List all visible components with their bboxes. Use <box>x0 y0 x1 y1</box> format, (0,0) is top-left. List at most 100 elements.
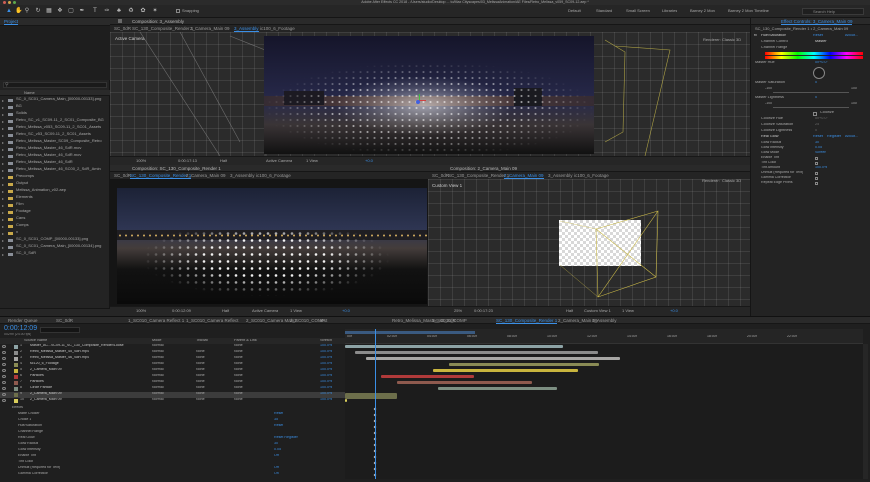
master-saturation-slider[interactable]: -100 100 <box>755 87 865 93</box>
layer-duration-bar[interactable] <box>345 393 397 399</box>
timeline-tab[interactable]: SC_130_Composite_Render 1 <box>496 318 558 324</box>
layer-stretch[interactable]: 100.0% <box>320 392 332 396</box>
timeline-layer-row[interactable]: 10 2_Camera_Main 09 Normal None None 100.0% <box>0 398 345 404</box>
layer-trkmat[interactable]: None <box>196 374 205 378</box>
expand-arrow-icon[interactable]: ▸ <box>2 153 4 160</box>
right-zoom[interactable]: 25% <box>454 309 462 313</box>
glow-property-value[interactable]: 30 <box>815 141 819 145</box>
layer-parent[interactable]: None <box>234 374 243 378</box>
project-item[interactable]: ▸ Retro_SC_v53_SC09-11_2_SC01_Assets <box>0 132 110 139</box>
right-exposure[interactable]: +0.0 <box>670 309 678 313</box>
left-views-select[interactable]: 1 View <box>290 309 302 313</box>
property-value[interactable]: Off <box>274 466 279 470</box>
layer-parent[interactable]: None <box>234 386 243 390</box>
close-window-icon[interactable] <box>3 1 6 4</box>
visibility-eye-icon[interactable] <box>2 357 6 360</box>
layer-mode[interactable]: Normal <box>152 380 164 384</box>
expand-arrow-icon[interactable]: ▸ <box>2 195 4 202</box>
glow-property-value[interactable]: Screen <box>815 151 826 155</box>
layer-parent[interactable]: None <box>234 380 243 384</box>
left-viewer-canvas[interactable] <box>110 179 428 306</box>
expand-arrow-icon[interactable]: ▸ <box>2 146 4 153</box>
layer-duration-bar[interactable] <box>449 363 599 366</box>
right-view-select[interactable]: Custom View 1 <box>584 309 611 313</box>
label-color-swatch[interactable] <box>14 357 18 361</box>
colorize-checkbox[interactable] <box>813 112 817 116</box>
workspace-default[interactable]: Default <box>568 9 581 13</box>
project-column-name[interactable]: Name <box>24 91 35 95</box>
glow-property[interactable]: Repeat Edge Pixels <box>751 181 870 186</box>
layer-duration-bar[interactable] <box>366 357 620 360</box>
layer-parent[interactable]: None <box>234 350 243 354</box>
minimize-window-icon[interactable] <box>8 1 11 4</box>
label-color-swatch[interactable] <box>14 393 18 397</box>
layer-stretch[interactable]: 100.0% <box>320 344 332 348</box>
top-timecode[interactable]: 0:00:17:13 <box>178 159 197 163</box>
layer-duration-bar[interactable] <box>433 369 578 372</box>
column-parent[interactable]: Parent & Link <box>234 339 257 343</box>
puppet-tool-icon[interactable]: ✶ <box>152 8 158 14</box>
type-tool-icon[interactable]: T <box>92 8 98 14</box>
expand-arrow-icon[interactable]: ▸ <box>2 188 4 195</box>
left-resolution[interactable]: Half <box>222 309 229 313</box>
project-item[interactable]: ▸ Solids <box>0 111 110 118</box>
master-hue[interactable]: Master Hue 0x+0.0° <box>751 61 870 67</box>
property-value[interactable]: Reset <box>274 412 283 416</box>
reset-button[interactable]: Reset <box>813 34 823 38</box>
glow-property-checkbox[interactable] <box>815 177 818 180</box>
layer-parent[interactable]: None <box>234 392 243 396</box>
visibility-eye-icon[interactable] <box>2 375 6 378</box>
layer-duration-bar[interactable] <box>397 381 532 384</box>
expand-arrow-icon[interactable]: ▸ <box>2 139 4 146</box>
label-color-swatch[interactable] <box>14 345 18 349</box>
master-lightness-value[interactable]: 0 <box>815 96 817 100</box>
top-zoom[interactable]: 100% <box>136 159 146 163</box>
layer-trkmat[interactable]: None <box>196 380 205 384</box>
label-color-swatch[interactable] <box>14 399 18 403</box>
expand-arrow-icon[interactable]: ▸ <box>2 251 4 258</box>
master-hue-value[interactable]: 0x+0.0° <box>815 61 828 65</box>
expand-arrow-icon[interactable]: ▸ <box>2 237 4 244</box>
layer-stretch[interactable]: 100.0% <box>320 398 332 402</box>
workspace-small-screen[interactable]: Small Screen <box>626 9 650 13</box>
project-item[interactable]: ▸ Retro_Melissa_Master_SC09_Composite_Ret… <box>0 139 110 146</box>
project-item[interactable]: ▸ Output <box>0 181 110 188</box>
master-saturation-value[interactable]: 0 <box>815 81 817 85</box>
timeline-scrollbar[interactable] <box>863 344 868 479</box>
project-item[interactable]: ▸ Comps <box>0 223 110 230</box>
left-exposure[interactable]: +0.0 <box>342 309 350 313</box>
timeline-tab[interactable]: SC_0dR <box>56 318 73 324</box>
current-time-indicator[interactable] <box>375 329 376 479</box>
visibility-eye-icon[interactable] <box>2 387 6 390</box>
layer-stretch[interactable]: 100.0% <box>320 374 332 378</box>
layer-parent[interactable]: None <box>234 344 243 348</box>
timeline-tab[interactable]: Render Queue <box>8 318 38 324</box>
layer-stretch[interactable]: 100.0% <box>320 350 332 354</box>
selection-tool-icon[interactable]: ▲ <box>6 8 12 14</box>
top-views-select[interactable]: 1 View <box>306 159 318 163</box>
property-value[interactable]: Reset Register <box>274 436 298 440</box>
expand-arrow-icon[interactable]: ▸ <box>2 125 4 132</box>
project-item[interactable]: ▸ Retro_Melissa_Master_46_SC00_2_SdR_Amin <box>0 167 110 174</box>
layer-stretch[interactable]: 100.0% <box>320 362 332 366</box>
project-item[interactable]: ▸ Footage <box>0 209 110 216</box>
glow-property-value[interactable]: 0.05 <box>815 146 822 150</box>
expand-arrow-icon[interactable]: ▸ <box>2 181 4 188</box>
about-button[interactable]: About... <box>845 34 858 38</box>
register-button[interactable]: Register <box>827 135 841 139</box>
glow-property-value[interactable]: 100.0% <box>815 166 827 170</box>
project-search-input[interactable]: ⚲ <box>3 82 107 88</box>
visibility-eye-icon[interactable] <box>2 393 6 396</box>
project-item[interactable]: ▸ Retro_Melissa_Master_46_SdR <box>0 160 110 167</box>
pan-behind-tool-icon[interactable]: ❖ <box>57 8 63 14</box>
layer-mode[interactable]: Normal <box>152 350 164 354</box>
glow-property-checkbox[interactable] <box>815 157 818 160</box>
layer-parent[interactable]: None <box>234 398 243 402</box>
about-button[interactable]: About... <box>845 135 858 139</box>
expand-arrow-icon[interactable]: ▸ <box>2 223 4 230</box>
colorize-lightness-value[interactable]: 0 <box>815 129 817 133</box>
layer-mode[interactable]: Normal <box>152 398 164 402</box>
hand-tool-icon[interactable]: ✋ <box>15 8 22 14</box>
left-timecode[interactable]: 0:00:12:09 <box>172 309 191 313</box>
expand-arrow-icon[interactable]: ▸ <box>2 209 4 216</box>
